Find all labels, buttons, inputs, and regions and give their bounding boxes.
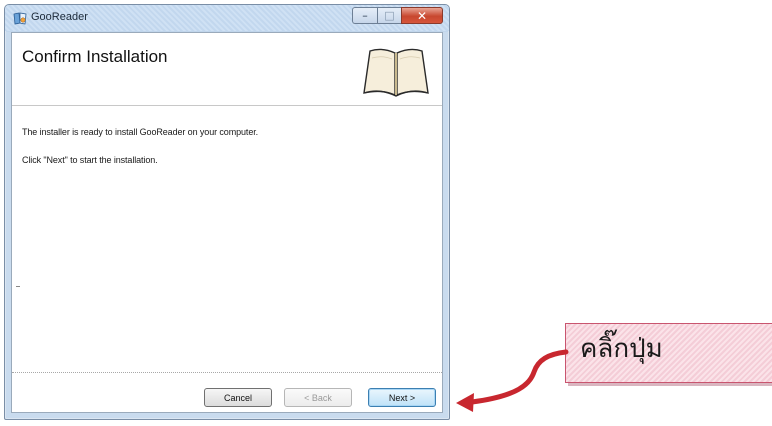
title-bar[interactable]: GooReader – □ ✕ <box>5 5 449 31</box>
divider-tick <box>16 286 20 287</box>
maximize-button[interactable]: □ <box>377 7 401 24</box>
back-button[interactable]: < Back <box>284 388 352 407</box>
annotation-callout: คลิ๊กปุ่ม <box>565 323 772 383</box>
instruction-message: Click "Next" to start the installation. <box>22 155 158 165</box>
window-title: GooReader <box>31 11 88 23</box>
annotation-text: คลิ๊กปุ่ม <box>580 334 663 364</box>
open-book-icon <box>363 48 429 97</box>
minimize-button[interactable]: – <box>352 7 377 24</box>
page-title: Confirm Installation <box>22 47 168 66</box>
screenshot-stage: GooReader – □ ✕ Confirm Installation The… <box>0 0 772 426</box>
cancel-button[interactable]: Cancel <box>204 388 272 407</box>
window-controls: – □ ✕ <box>352 7 443 25</box>
footer-separator <box>12 372 442 373</box>
next-button[interactable]: Next > <box>368 388 436 407</box>
dialog-client-area: Confirm Installation The installer is re… <box>11 32 443 413</box>
dialog-header: Confirm Installation <box>12 33 442 106</box>
installer-window: GooReader – □ ✕ Confirm Installation The… <box>4 4 450 420</box>
app-icon <box>13 12 27 25</box>
ready-message: The installer is ready to install GooRea… <box>22 127 259 137</box>
close-button[interactable]: ✕ <box>401 7 443 24</box>
annotation-arrow-icon <box>456 349 569 412</box>
